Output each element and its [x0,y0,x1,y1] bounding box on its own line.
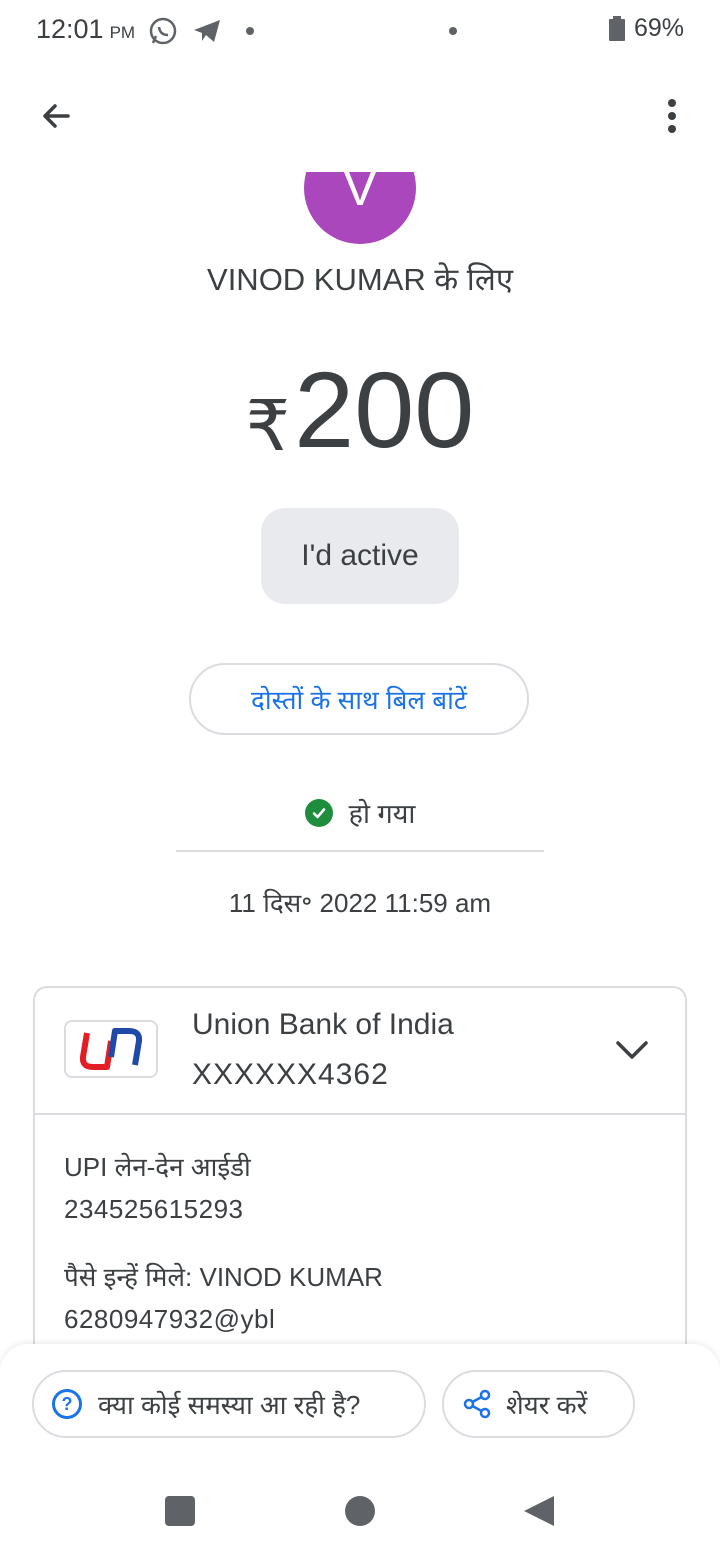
expand-bank-details-button[interactable] [612,1030,652,1070]
upi-transaction-id: 234525615293 [64,1194,244,1224]
payment-note: I'd active [261,508,459,604]
card-divider [34,1113,686,1115]
battery-percent: 69% [633,14,684,42]
whatsapp-icon [148,16,178,51]
more-options-button[interactable] [644,88,700,144]
back-button[interactable] [28,88,84,144]
avatar: V [304,172,416,244]
payment-amount: ₹200 [0,350,720,470]
battery-icon [608,15,625,41]
amount-value: 200 [294,349,475,470]
bank-name: Union Bank of India [192,1008,454,1041]
share-button[interactable]: शेयर करें [442,1370,635,1438]
status-bar: 12:01 PM 69% [0,0,720,64]
recipient-label: पैसे इन्हें मिले: VINOD KUMAR [64,1262,383,1292]
triangle-back-icon [524,1496,554,1526]
divider [176,850,544,852]
recent-apps-button[interactable] [165,1496,195,1526]
union-bank-logo-icon [79,1028,143,1070]
help-button-label: क्या कोई समस्या आ रही है? [98,1390,361,1420]
payment-status: हो गया [0,794,720,831]
bank-account-number: XXXXXX4362 [192,1058,389,1091]
more-vert-icon [668,99,676,133]
chevron-down-icon [616,1041,648,1059]
home-button[interactable] [345,1496,375,1526]
notification-dot [449,27,457,35]
avatar-container: V [0,172,720,252]
telegram-icon [192,18,222,49]
help-button[interactable]: ? क्या कोई समस्या आ रही है? [32,1370,426,1438]
split-bill-button[interactable]: दोस्तों के साथ बिल बांटें [189,663,529,735]
status-text: हो गया [348,799,416,829]
payee-name: VINOD KUMAR के लिए [207,262,513,297]
share-icon [463,1389,491,1419]
upi-transaction-id-label: UPI लेन-देन आईडी [64,1152,251,1182]
arrow-back-icon [43,104,70,128]
currency-symbol: ₹ [245,387,291,465]
battery-status: 69% [608,14,684,43]
recipient-upi-id: 6280947932@ybl [64,1304,276,1334]
status-time: 12:01 PM [36,14,136,44]
bank-logo [64,1020,158,1078]
system-back-button[interactable] [522,1494,556,1528]
notification-dot [246,27,254,35]
help-icon: ? [52,1389,82,1419]
check-circle-icon [304,798,333,827]
share-button-label: शेयर करें [506,1390,588,1420]
transaction-datetime: 11 दिस॰ 2022 11:59 am [228,888,492,918]
